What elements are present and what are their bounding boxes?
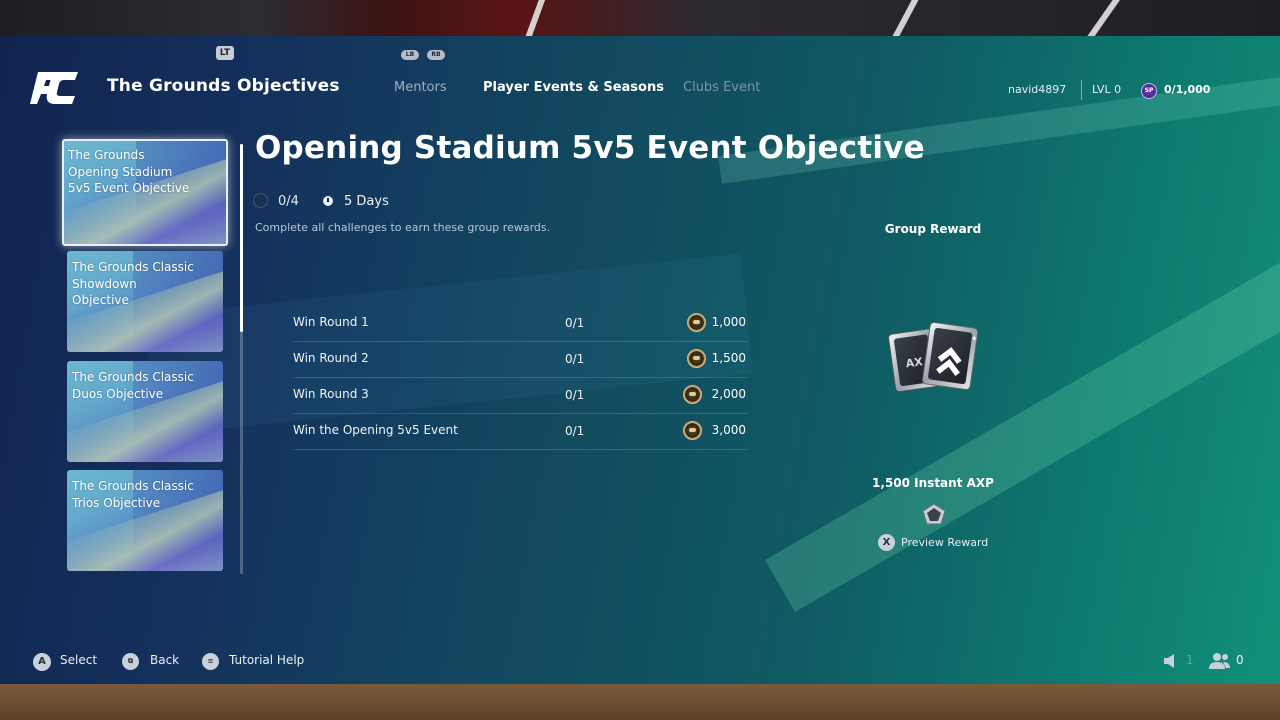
lt-trigger-icon: LT [216, 46, 234, 60]
sidebar-item-label: The Grounds Classic Showdown Objective [72, 260, 194, 307]
background-floor [0, 684, 1280, 720]
challenge-reward: 2,000 [711, 387, 746, 401]
progress-ring-icon [253, 193, 268, 208]
light-beam [523, 0, 547, 36]
select-action[interactable]: Select [60, 653, 97, 667]
xp-coin-icon [683, 385, 702, 404]
player-level: LVL 0 [1092, 83, 1122, 96]
challenge-row[interactable]: Win Round 2 0/1 1,500 [293, 342, 748, 378]
friends-count: 0 [1236, 653, 1244, 667]
rb-bumper-icon: RB [427, 50, 445, 60]
x-button-icon[interactable]: X [878, 534, 895, 551]
background-room-top [0, 0, 1280, 36]
sidebar-item-classic-duos[interactable]: The Grounds Classic Duos Objective [67, 361, 223, 462]
time-remaining: 5 Days [344, 194, 389, 209]
challenge-name: Win Round 2 [293, 351, 369, 365]
season-points-icon: SP [1141, 83, 1157, 99]
notification-icon[interactable] [1162, 653, 1180, 669]
lb-bumper-icon: LB [401, 50, 419, 60]
friends-icon[interactable] [1209, 652, 1231, 670]
sidebar-scrollbar-thumb[interactable] [240, 144, 243, 332]
challenge-reward: 1,500 [711, 351, 746, 365]
svg-text:✦: ✦ [970, 334, 978, 344]
menu-button-icon[interactable]: ≡ [202, 653, 219, 670]
axp-chip-icon [922, 503, 946, 525]
light-beam [890, 0, 920, 36]
axp-card-icon[interactable]: AX ✦ [886, 321, 982, 395]
page-header-title: The Grounds Objectives [107, 76, 340, 96]
challenge-progress: 0/1 [565, 316, 585, 330]
xp-coin-icon [687, 313, 706, 332]
challenge-reward: 1,000 [711, 315, 746, 329]
a-button-icon[interactable]: A [33, 653, 51, 671]
preview-reward-button[interactable]: Preview Reward [901, 536, 988, 549]
xp-coin-icon [687, 349, 706, 368]
sidebar-item-label: The Grounds Opening Stadium 5v5 Event Ob… [68, 148, 190, 195]
group-reward-name: 1,500 Instant AXP [872, 476, 994, 490]
challenge-name: Win Round 1 [293, 315, 369, 329]
challenge-row[interactable]: Win the Opening 5v5 Event 0/1 3,000 [293, 414, 748, 450]
fc-logo-icon [30, 72, 78, 104]
challenge-name: Win the Opening 5v5 Event [293, 423, 458, 437]
username: navid4897 [1008, 83, 1067, 96]
light-ray [765, 210, 1280, 612]
objective-title: Opening Stadium 5v5 Event Objective [255, 130, 925, 166]
header-divider [1081, 80, 1082, 100]
xp-coin-icon [683, 421, 702, 440]
sidebar-item-classic-trios[interactable]: The Grounds Classic Trios Objective [67, 470, 223, 571]
objective-progress: 0/4 [278, 194, 299, 209]
challenge-row[interactable]: Win Round 3 0/1 2,000 [293, 378, 748, 414]
notifications-count: 1 [1186, 653, 1194, 667]
tab-clubs-event[interactable]: Clubs Event [683, 80, 760, 95]
challenge-progress: 0/1 [565, 424, 585, 438]
sidebar-item-label: The Grounds Classic Trios Objective [72, 479, 194, 510]
back-action[interactable]: Back [150, 653, 179, 667]
tab-mentors[interactable]: Mentors [394, 80, 447, 95]
challenge-progress: 0/1 [565, 352, 585, 366]
season-points-value: 0/1,000 [1164, 83, 1211, 96]
back-button-icon[interactable]: ⧉ [122, 653, 139, 670]
challenge-progress: 0/1 [565, 388, 585, 402]
tab-player-events-seasons[interactable]: Player Events & Seasons [483, 80, 664, 95]
objectives-panel: The Grounds Objectives LT LB RB Mentors … [0, 36, 1280, 684]
light-beam [1086, 0, 1120, 36]
group-reward-title: Group Reward [884, 222, 982, 236]
tutorial-help-action[interactable]: Tutorial Help [229, 653, 304, 667]
sidebar-item-opening-stadium[interactable]: The Grounds Opening Stadium 5v5 Event Ob… [62, 139, 228, 246]
objective-description: Complete all challenges to earn these gr… [255, 221, 551, 234]
reward-art-text: AX [905, 355, 924, 370]
clock-icon [323, 196, 333, 206]
challenge-name: Win Round 3 [293, 387, 369, 401]
sidebar-item-label: The Grounds Classic Duos Objective [72, 370, 194, 401]
challenge-row[interactable]: Win Round 1 0/1 1,000 [293, 306, 748, 342]
challenge-reward: 3,000 [711, 423, 746, 437]
sidebar-item-classic-showdown[interactable]: The Grounds Classic Showdown Objective [67, 251, 223, 352]
